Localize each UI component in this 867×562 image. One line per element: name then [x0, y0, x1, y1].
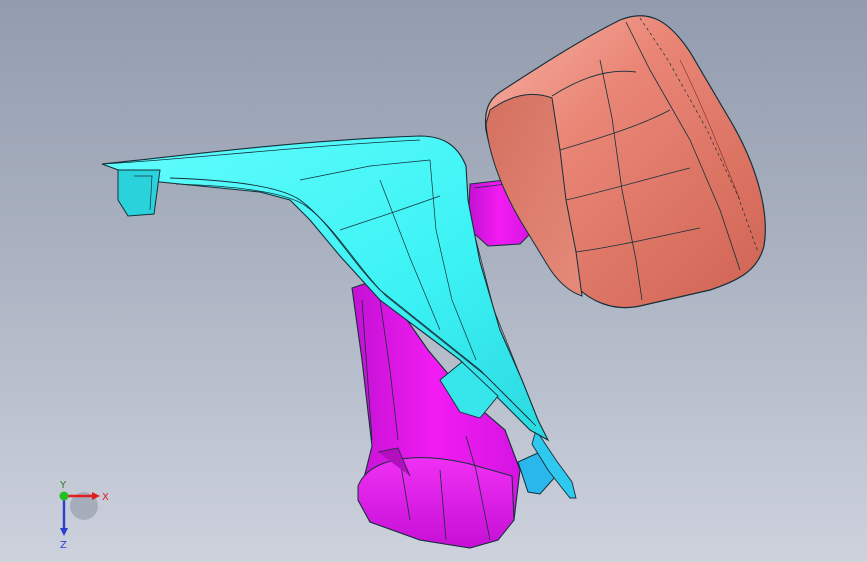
y-axis-dot-icon	[59, 491, 69, 501]
3d-model-viewport[interactable]	[0, 0, 867, 562]
clip-part	[517, 428, 577, 499]
z-axis-label: Z	[60, 540, 67, 550]
coordinate-triad: X Y Z	[59, 480, 109, 550]
y-axis-label: Y	[59, 480, 67, 491]
z-axis-arrowhead-icon	[60, 528, 68, 536]
cowl-panel-part	[101, 135, 550, 442]
x-axis-label: X	[102, 492, 109, 503]
housing-part	[484, 15, 766, 309]
